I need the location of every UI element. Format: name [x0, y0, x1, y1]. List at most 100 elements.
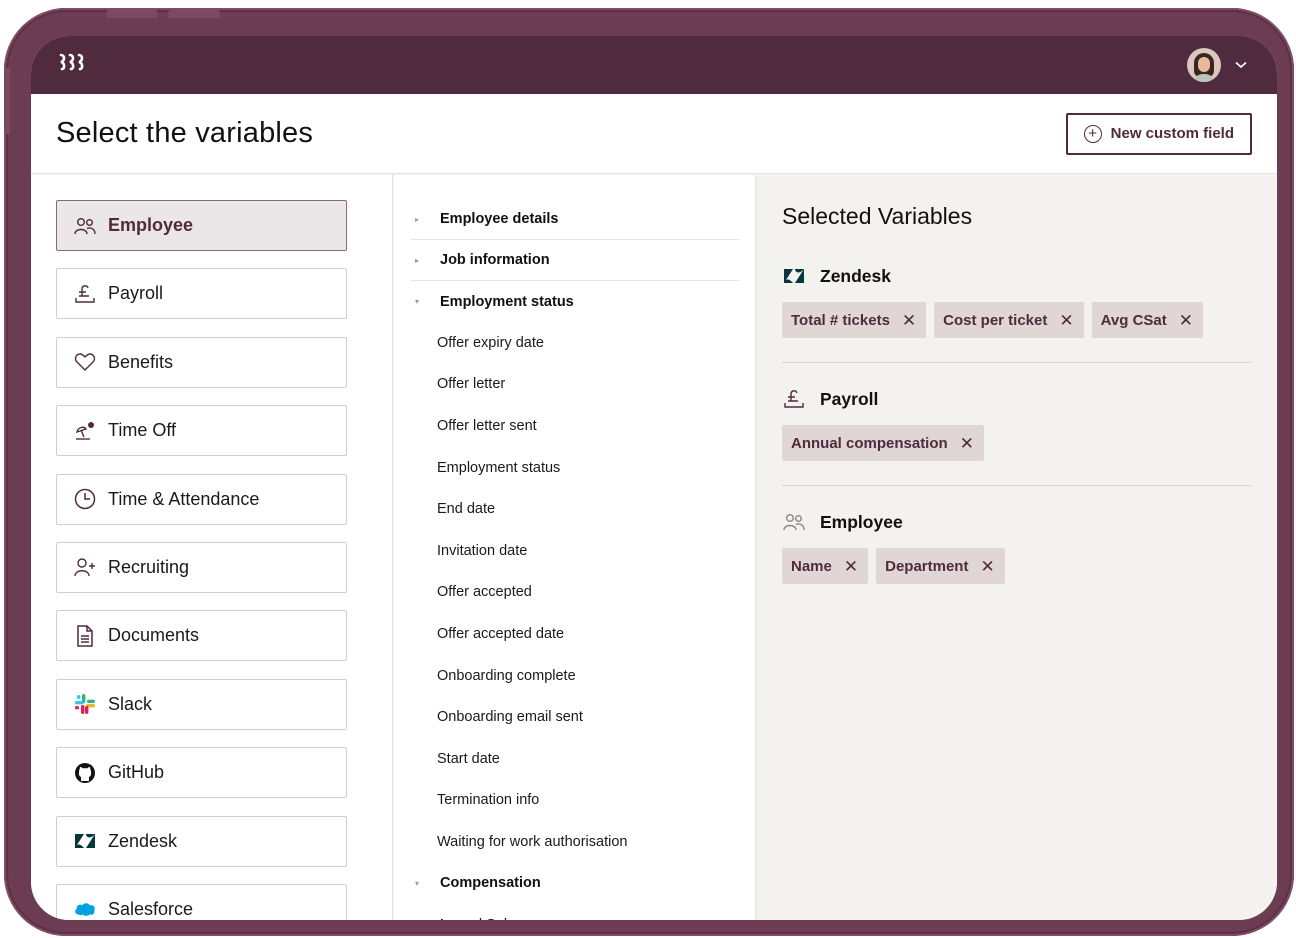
variable-chip: Annual compensation ✕	[782, 425, 984, 461]
variable-chip: Department ✕	[876, 548, 1005, 584]
pound-icon	[782, 387, 806, 411]
person-add-icon	[74, 556, 96, 578]
caret-right-icon: ▸	[415, 255, 420, 265]
people-icon	[782, 510, 806, 534]
category-benefits[interactable]: Benefits	[56, 336, 347, 388]
slack-icon	[74, 693, 96, 715]
variable-chip: Avg CSat ✕	[1091, 302, 1203, 338]
user-menu[interactable]	[1187, 48, 1247, 82]
remove-icon[interactable]: ✕	[980, 558, 994, 575]
group-label: Employee details	[440, 211, 559, 227]
field-item[interactable]: Offer accepted date	[411, 613, 739, 655]
field-item[interactable]: Invitation date	[411, 530, 739, 572]
category-time-off[interactable]: Time Off	[56, 405, 347, 457]
field-item[interactable]: Termination info	[411, 780, 739, 822]
zendesk-icon	[74, 830, 96, 852]
caret-down-icon: ▾	[415, 297, 420, 306]
field-item[interactable]: End date	[411, 488, 739, 530]
category-employee[interactable]: Employee	[56, 200, 347, 251]
top-bar	[31, 36, 1277, 94]
category-label: Benefits	[108, 351, 174, 372]
field-item[interactable]: Start date	[411, 738, 739, 780]
logo-icon	[59, 53, 84, 71]
group-compensation[interactable]: ▾ Compensation	[411, 863, 739, 904]
heart-icon	[74, 351, 96, 373]
compensation-items: Annual Salary	[411, 904, 739, 920]
salesforce-icon	[74, 898, 96, 920]
selected-variables-panel: Selected Variables Zendesk Total # ticke…	[757, 175, 1277, 920]
group-label: Job information	[440, 252, 550, 268]
category-github[interactable]: GitHub	[56, 747, 347, 799]
field-item[interactable]: Employment status	[411, 447, 739, 489]
field-item[interactable]: Waiting for work authorisation	[411, 821, 739, 863]
category-label: Zendesk	[108, 830, 178, 851]
avatar[interactable]	[1187, 48, 1221, 82]
category-list: Employee Payroll Benefits Time Off Time …	[31, 175, 393, 920]
remove-icon[interactable]: ✕	[1059, 312, 1073, 329]
category-time-attendance[interactable]: Time & Attendance	[56, 473, 347, 525]
pound-icon	[74, 283, 96, 305]
group-employment-status[interactable]: ▾ Employment status	[411, 281, 739, 322]
device-button	[4, 68, 10, 134]
category-label: Slack	[108, 693, 153, 714]
field-item[interactable]: Offer accepted	[411, 572, 739, 614]
chip-label: Total # tickets	[791, 311, 890, 329]
chip-label: Name	[791, 557, 832, 575]
field-item[interactable]: Onboarding complete	[411, 655, 739, 697]
category-label: Documents	[108, 625, 200, 646]
remove-icon[interactable]: ✕	[844, 558, 858, 575]
category-label: GitHub	[108, 762, 165, 783]
selected-section-payroll: Payroll Annual compensation ✕	[782, 387, 1252, 486]
plus-circle-icon: +	[1083, 124, 1102, 143]
chip-label: Department	[885, 557, 969, 575]
category-slack[interactable]: Slack	[56, 678, 347, 730]
field-item[interactable]: Offer letter sent	[411, 405, 739, 447]
category-label: Time Off	[108, 420, 177, 441]
section-title: Zendesk	[820, 265, 891, 286]
page-title: Select the variables	[56, 117, 314, 149]
device-frame: Select the variables + New custom field …	[4, 8, 1294, 936]
selected-section-zendesk: Zendesk Total # tickets ✕ Cost per ticket…	[782, 264, 1252, 363]
category-recruiting[interactable]: Recruiting	[56, 541, 347, 593]
chevron-down-icon[interactable]	[1235, 61, 1247, 69]
chip-label: Avg CSat	[1100, 311, 1167, 329]
category-label: Salesforce	[108, 898, 194, 919]
beach-umbrella-icon	[74, 420, 96, 442]
section-title: Employee	[820, 511, 903, 532]
clock-icon	[74, 488, 96, 510]
category-label: Payroll	[108, 283, 164, 304]
section-title: Payroll	[820, 388, 879, 409]
remove-icon[interactable]: ✕	[1179, 312, 1193, 329]
group-employee-details[interactable]: ▸ Employee details	[411, 199, 739, 240]
app-logo[interactable]	[59, 52, 87, 78]
people-icon	[74, 215, 96, 237]
category-label: Time & Attendance	[108, 488, 260, 509]
screen: Select the variables + New custom field …	[31, 36, 1277, 920]
device-button	[106, 10, 158, 18]
caret-down-icon: ▾	[415, 878, 420, 888]
chip-label: Annual compensation	[791, 434, 948, 452]
category-payroll[interactable]: Payroll	[56, 268, 347, 320]
field-item[interactable]: Annual Salary	[411, 904, 739, 920]
field-item[interactable]: Offer expiry date	[411, 322, 739, 364]
employment-status-items: Offer expiry date Offer letter Offer lette…	[411, 322, 739, 863]
category-label: Employee	[108, 215, 194, 235]
category-zendesk[interactable]: Zendesk	[56, 815, 347, 867]
field-tree: ▸ Employee details ▸ Job information ▾ E…	[394, 175, 756, 920]
group-label: Employment status	[440, 293, 574, 310]
field-item[interactable]: Onboarding email sent	[411, 696, 739, 738]
group-job-information[interactable]: ▸ Job information	[411, 240, 739, 281]
selected-variables-title: Selected Variables	[782, 203, 973, 229]
selected-section-employee: Employee Name ✕ Department ✕	[782, 510, 1252, 608]
category-salesforce[interactable]: Salesforce	[56, 883, 347, 920]
document-icon	[74, 625, 96, 647]
remove-icon[interactable]: ✕	[960, 435, 974, 452]
category-label: Recruiting	[108, 556, 190, 577]
field-item[interactable]: Offer letter	[411, 364, 739, 406]
new-custom-field-label: New custom field	[1110, 125, 1234, 142]
github-icon	[74, 762, 96, 784]
category-documents[interactable]: Documents	[56, 610, 347, 662]
new-custom-field-button[interactable]: + New custom field	[1065, 112, 1252, 155]
group-label: Compensation	[440, 875, 541, 892]
remove-icon[interactable]: ✕	[902, 312, 916, 329]
